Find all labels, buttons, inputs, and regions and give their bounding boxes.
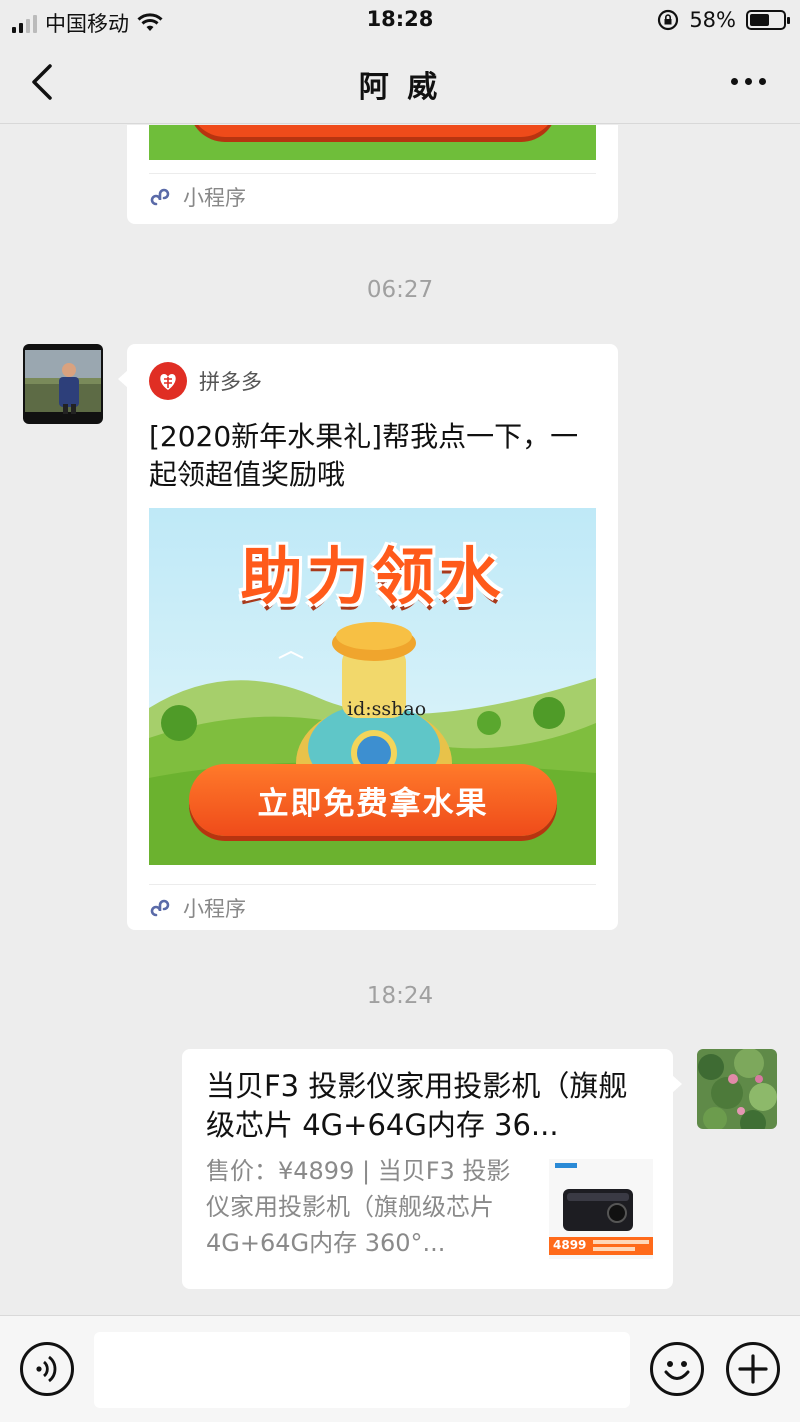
- product-description: 售价：¥4899 | 当贝F3 投影仪家用投影机（旗舰级芯片 4G+64G内存 …: [206, 1157, 511, 1257]
- card-footer-label: 小程序: [183, 896, 246, 921]
- status-bar: 中国移动 18:28 58%: [0, 0, 800, 40]
- card-source-name: 拼多多: [199, 370, 262, 394]
- product-title: 当贝F3 投影仪家用投影机（旗舰级芯片 4G+64G内存 36...: [206, 1069, 628, 1142]
- timestamp: 18:24: [366, 983, 434, 1009]
- battery-icon: [746, 10, 790, 30]
- watermark-text: id:sshao: [347, 698, 427, 720]
- my-avatar[interactable]: [697, 1049, 777, 1129]
- sender-avatar[interactable]: [23, 344, 103, 424]
- card-footer-label: 小程序: [183, 185, 246, 210]
- mini-program-card-pdd[interactable]: 拼多多 [2020新年水果礼]帮我点一下，一起领超值奖励哦 助力领水 id:ss…: [118, 344, 618, 930]
- pinduoduo-logo-icon: [149, 362, 187, 400]
- promo-get-fruit-button[interactable]: 立即免费拿水果: [189, 764, 557, 836]
- card-description: [2020新年水果礼]帮我点一下，一起领超值奖励哦: [149, 420, 579, 491]
- card-footer: 小程序: [149, 173, 596, 219]
- product-share-card[interactable]: 当贝F3 投影仪家用投影机（旗舰级芯片 4G+64G内存 36... 售价：¥4…: [182, 1049, 682, 1289]
- mini-program-icon: [150, 188, 170, 205]
- battery-percent: 58%: [689, 8, 736, 32]
- chat-title: 阿 威: [358, 70, 442, 105]
- status-right: 58%: [657, 8, 790, 32]
- more-icon[interactable]: [731, 78, 766, 85]
- promo-headline: 助力领水: [240, 540, 505, 613]
- product-thumbnail: 4899: [549, 1159, 653, 1259]
- card-promo-image: 助力领水 id:sshao 立即免费拿水果: [149, 508, 596, 865]
- timestamp: 06:27: [366, 277, 434, 303]
- plus-icon[interactable]: [726, 1342, 780, 1396]
- mini-program-card-previous[interactable]: 小程序: [127, 125, 618, 224]
- card-footer: 小程序: [149, 884, 596, 930]
- emoji-icon[interactable]: [650, 1342, 704, 1396]
- card-source: 拼多多: [149, 362, 262, 400]
- chat-messages[interactable]: 小程序 06:27 拼多多 [2020新年水果礼]帮我点一下，一起领超值奖励哦 …: [0, 125, 800, 1315]
- mini-program-icon: [150, 899, 170, 916]
- message-input[interactable]: [94, 1332, 630, 1408]
- chat-nav-bar: 阿 威: [0, 40, 800, 124]
- card-image-partial: [149, 125, 596, 160]
- chat-input-bar: [0, 1315, 800, 1422]
- product-thumb-price: 4899: [553, 1238, 587, 1252]
- lock-rotation-icon: [658, 9, 679, 31]
- voice-icon[interactable]: [20, 1342, 74, 1396]
